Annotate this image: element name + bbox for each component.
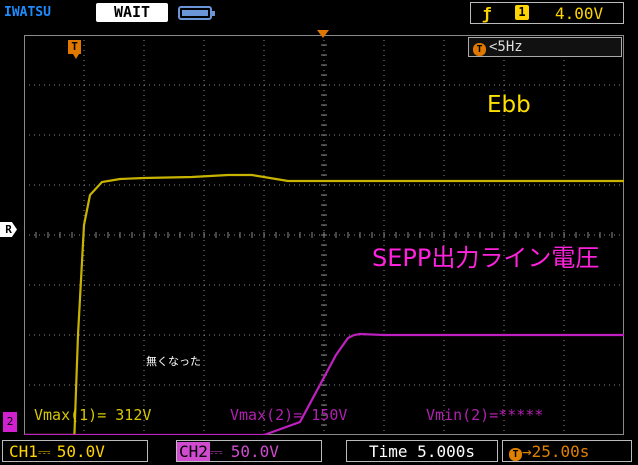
- trigger-offset-box[interactable]: T →25.00s: [502, 440, 632, 462]
- ch2-scale-box[interactable]: CH2 ⎓ 50.0V: [176, 440, 322, 462]
- ch2-ground-marker[interactable]: 2: [3, 412, 17, 432]
- trigger-icon: T: [473, 43, 486, 56]
- battery-icon: [178, 6, 215, 20]
- vmax1-measurement: Vmax(1)= 312V: [34, 406, 152, 424]
- vmin2-measurement: Vmin(2)=*****: [426, 406, 544, 424]
- vmax2-measurement: Vmax(2)= 150V: [230, 406, 348, 424]
- note-annotation: 無くなった: [146, 355, 201, 368]
- ch2-coupling-icon: ⎓: [209, 442, 223, 461]
- ch1-scale-box[interactable]: CH1⎓ 50.0V: [2, 440, 148, 462]
- graticule-grid: [24, 35, 624, 435]
- trigger-position-marker[interactable]: [317, 30, 329, 38]
- timebase-box[interactable]: Time 5.000s: [346, 440, 498, 462]
- trigger-offset-readout: →25.00s: [522, 442, 590, 461]
- trigger-icon: T: [509, 448, 522, 461]
- trigger-t-marker-pointer: [73, 54, 79, 59]
- ebb-annotation: Ebb: [487, 92, 531, 118]
- ch2-label: CH2: [177, 442, 210, 461]
- waveform-display: [24, 35, 624, 435]
- frequency-readout: T <5Hz: [468, 37, 622, 57]
- trigger-source-icon: 1: [515, 5, 529, 20]
- ch1-coupling-icon: ⎓: [37, 442, 51, 461]
- rising-edge-icon: ƒ: [482, 4, 492, 23]
- reference-marker[interactable]: R: [0, 222, 17, 237]
- sepp-annotation: SEPP出力ライン電圧: [372, 244, 600, 272]
- ch1-scale: 50.0V: [56, 442, 105, 461]
- ch2-scale: 50.0V: [230, 442, 279, 461]
- brand-logo: IWATSU: [4, 5, 51, 20]
- trigger-t-marker[interactable]: T: [68, 40, 81, 54]
- ch1-label: CH1: [9, 442, 38, 461]
- acquisition-status-badge: WAIT: [96, 3, 168, 22]
- trigger-level-readout: 4.00V: [555, 4, 604, 23]
- frequency-value: <5Hz: [489, 39, 523, 55]
- timebase-readout: Time 5.000s: [369, 442, 475, 461]
